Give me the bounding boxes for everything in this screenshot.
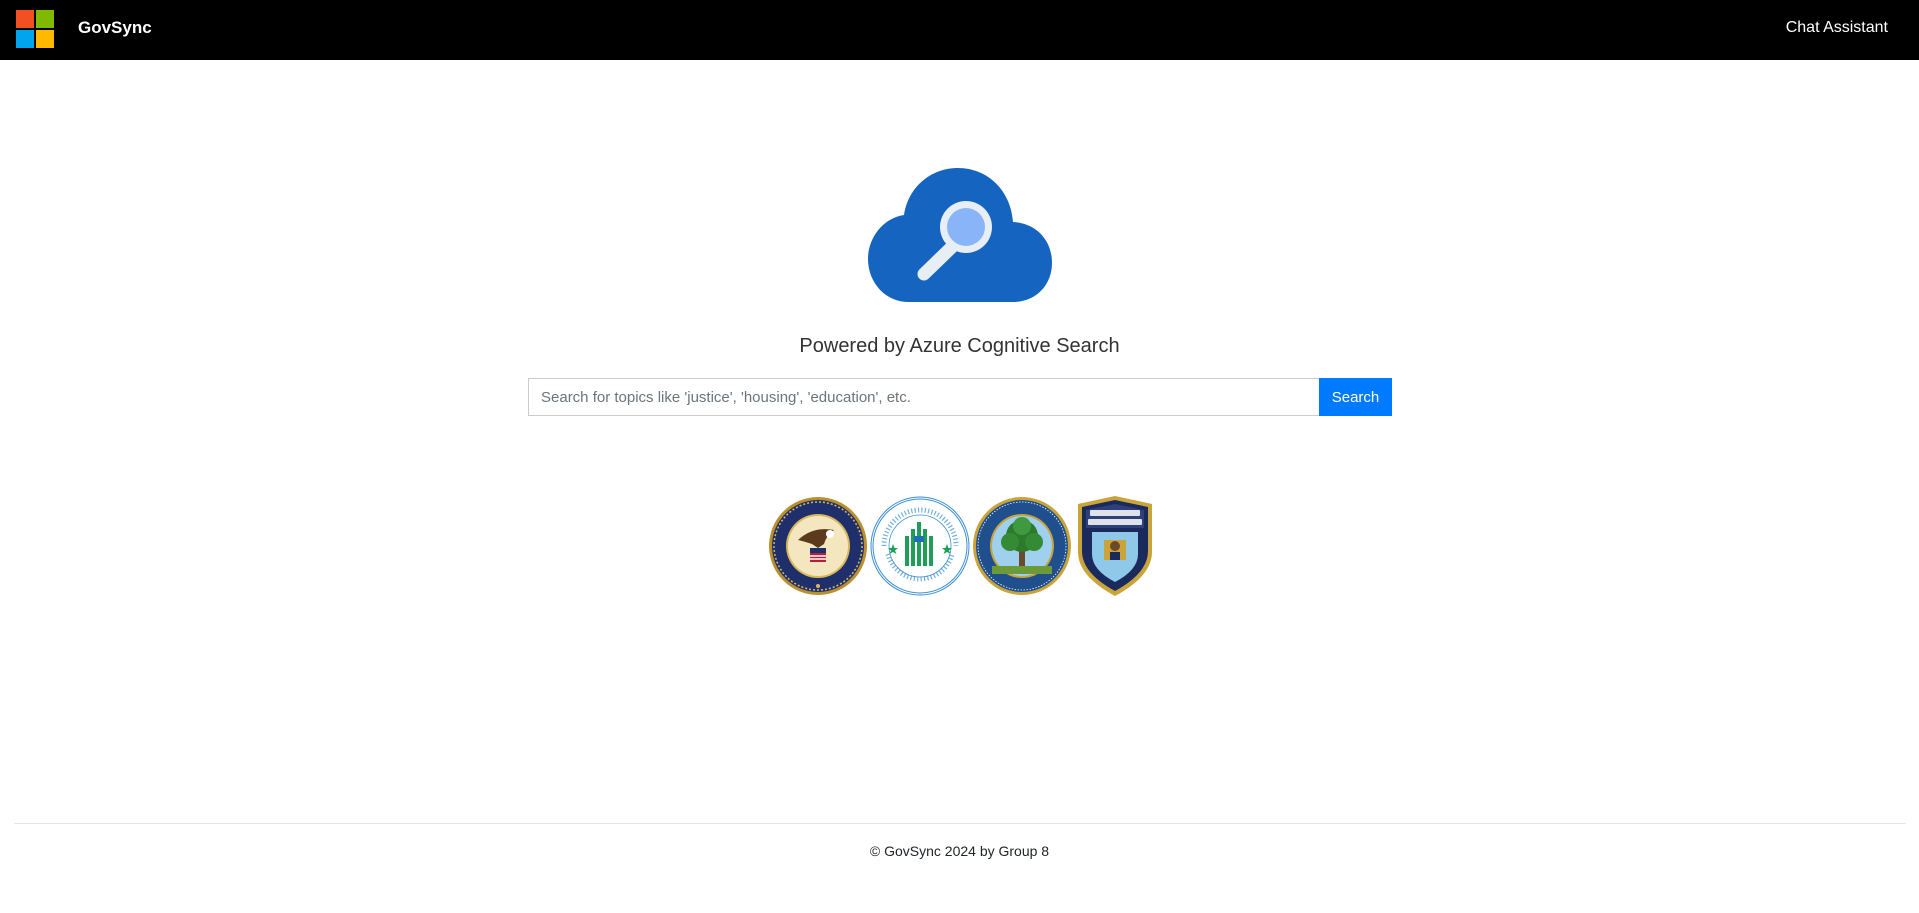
microsoft-logo-icon[interactable]	[16, 10, 54, 48]
agency-seals	[768, 494, 1156, 598]
brand-link[interactable]: GovSync	[78, 18, 152, 38]
footer-divider	[14, 823, 1906, 824]
logo-green-square	[36, 10, 54, 28]
department-of-education-seal	[973, 497, 1071, 595]
logo-yellow-square	[36, 30, 54, 48]
top-navbar: GovSync Chat Assistant	[0, 0, 1919, 60]
nypd-badge	[1078, 496, 1152, 596]
search-input[interactable]	[528, 378, 1319, 416]
hud-seal	[870, 496, 970, 596]
logo-blue-square	[16, 30, 34, 48]
chat-assistant-link[interactable]: Chat Assistant	[1786, 19, 1888, 37]
search-form: Search	[528, 378, 1392, 416]
department-of-justice-seal	[769, 497, 867, 595]
cloud-search-icon	[868, 168, 1052, 302]
search-button[interactable]: Search	[1319, 378, 1392, 416]
powered-by-tagline: Powered by Azure Cognitive Search	[799, 335, 1120, 357]
footer-copyright: © GovSync 2024 by Group 8	[869, 843, 1050, 859]
logo-red-square	[16, 10, 34, 28]
